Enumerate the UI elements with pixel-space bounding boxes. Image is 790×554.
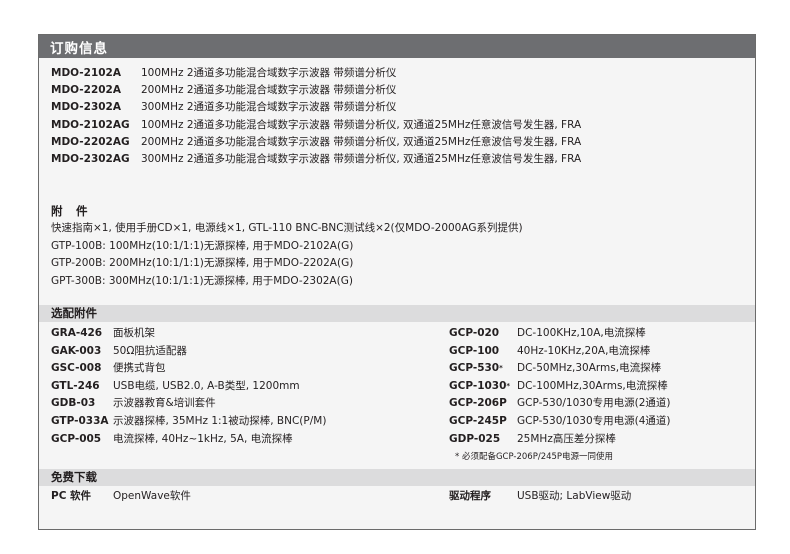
- model-description: 300MHz 2通道多功能混合域数字示波器 带频谱分析仪: [141, 101, 397, 114]
- optional-item-desc: 电流探棒, 40Hz~1kHz, 5A, 电流探棒: [113, 432, 293, 445]
- model-description: 200MHz 2通道多功能混合域数字示波器 带频谱分析仪: [141, 84, 397, 97]
- optional-item-code: GCP-530*: [449, 360, 503, 377]
- model-description: 100MHz 2通道多功能混合域数字示波器 带频谱分析仪, 双通道25MHz任意…: [141, 118, 582, 131]
- optional-item-code-text: GCP-100: [449, 344, 500, 357]
- optional-item-desc: 40Hz-10KHz,20A,电流探棒: [517, 344, 651, 357]
- optional-item-code-text: GCP-530: [449, 362, 500, 375]
- model-number: MDO-2302AG: [51, 153, 130, 165]
- optional-item-desc: 25MHz高压差分探棒: [517, 432, 616, 445]
- optional-item-code-text: GCP-245P: [449, 415, 507, 427]
- optional-item-desc: 便携式背包: [113, 362, 166, 375]
- optional-item-desc: 示波器探棒, 35MHz 1:1被动探棒, BNC(P/M): [113, 415, 327, 427]
- optional-item-code: GRA-426: [51, 327, 103, 339]
- footnote-star: *: [506, 381, 511, 390]
- model-number: MDO-2202AG: [51, 135, 130, 148]
- optional-item-code-text: GCP-1030: [449, 379, 507, 392]
- optional-accessories-title: 选配附件: [51, 306, 97, 320]
- optional-note: * 必须配备GCP-206P/245P电源一同使用: [455, 452, 614, 462]
- ordering-info-panel: 订购信息 MDO-2102A 100MHz 2通道多功能混合域数字示波器 带频谱分…: [38, 34, 756, 530]
- optional-item-code: GDB-03: [51, 397, 96, 410]
- optional-item-code: GCP-1030*: [449, 378, 510, 395]
- optional-item-code: GTL-246: [51, 379, 100, 392]
- accessory-line: GTP-200B: 200MHz(10:1/1:1)无源探棒, 用于MDO-22…: [51, 257, 354, 269]
- download-code: 驱动程序: [449, 490, 491, 502]
- optional-accessories-band: 选配附件: [39, 305, 755, 322]
- optional-item-code-text: GDP-025: [449, 432, 501, 445]
- model-number: MDO-2102AG: [51, 118, 130, 131]
- model-number: MDO-2202A: [51, 84, 121, 97]
- optional-item-code: GAK-003: [51, 344, 102, 357]
- model-description: 100MHz 2通道多功能混合域数字示波器 带频谱分析仪: [141, 67, 397, 79]
- optional-item-desc: 面板机架: [113, 327, 155, 339]
- optional-item-desc: 50Ω阻抗适配器: [113, 344, 187, 357]
- download-desc: USB驱动; LabView驱动: [517, 490, 632, 502]
- optional-item-desc: DC-100KHz,10A,电流探棒: [517, 327, 646, 339]
- section-header: 订购信息: [39, 35, 755, 58]
- optional-item-code: GCP-206P: [449, 395, 507, 412]
- optional-item-code: GCP-245P: [449, 413, 507, 430]
- optional-item-code: GTP-033A: [51, 415, 109, 427]
- download-band: 免费下载: [39, 469, 755, 486]
- download-desc: OpenWave软件: [113, 490, 191, 502]
- download-title: 免费下载: [51, 470, 97, 484]
- optional-item-desc: USB电缆, USB2.0, A-B类型, 1200mm: [113, 379, 300, 392]
- footnote-star: *: [499, 364, 503, 373]
- accessory-line: GTP-100B: 100MHz(10:1/1:1)无源探棒, 用于MDO-21…: [51, 239, 354, 252]
- optional-item-code-text: GCP-020: [449, 327, 500, 339]
- optional-item-code: GCP-020: [449, 325, 499, 342]
- optional-item-code: GCP-100: [449, 343, 499, 360]
- optional-item-code: GSC-008: [51, 362, 102, 375]
- model-number: MDO-2302A: [51, 101, 121, 114]
- optional-item-desc: DC-50MHz,30Arms,电流探棒: [517, 362, 662, 375]
- optional-item-code-text: GCP-206P: [449, 397, 507, 410]
- optional-item-desc: GCP-530/1030专用电源(2通道): [517, 397, 671, 410]
- optional-item-code: GDP-025: [449, 431, 500, 448]
- section-title: 订购信息: [50, 41, 108, 57]
- optional-item-code: GCP-005: [51, 432, 102, 445]
- download-code: PC 软件: [51, 490, 92, 502]
- model-number: MDO-2102A: [51, 67, 121, 79]
- accessory-line: GPT-300B: 300MHz(10:1/1:1)无源探棒, 用于MDO-23…: [51, 274, 353, 287]
- optional-item-desc: DC-100MHz,30Arms,电流探棒: [517, 379, 668, 392]
- accessory-line: 快速指南×1, 使用手册CD×1, 电源线×1, GTL-110 BNC-BNC…: [51, 222, 523, 234]
- accessories-title: 附 件: [51, 204, 89, 218]
- optional-item-desc: GCP-530/1030专用电源(4通道): [517, 415, 671, 427]
- model-description: 300MHz 2通道多功能混合域数字示波器 带频谱分析仪, 双通道25MHz任意…: [141, 153, 582, 165]
- optional-item-desc: 示波器教育&培训套件: [113, 397, 216, 410]
- model-description: 200MHz 2通道多功能混合域数字示波器 带频谱分析仪, 双通道25MHz任意…: [141, 135, 582, 148]
